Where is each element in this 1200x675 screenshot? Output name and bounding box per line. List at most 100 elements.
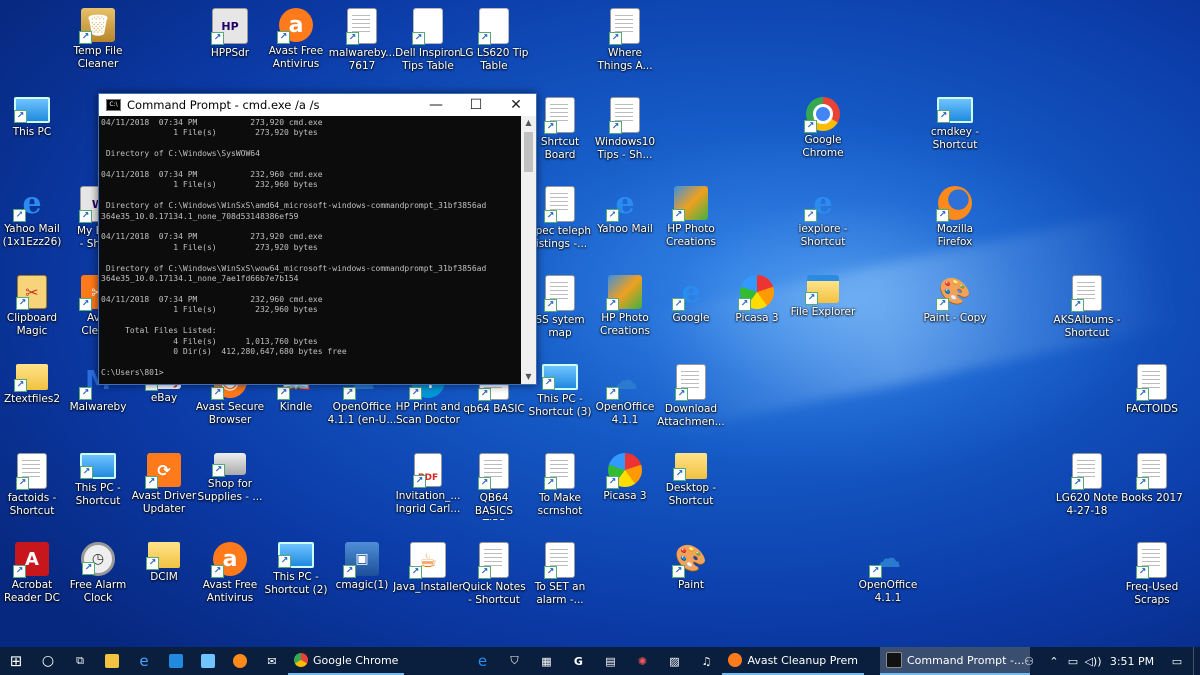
cortana-icon[interactable]: ○ — [32, 647, 64, 675]
desktop-icon-dcim[interactable]: ↗ DCIM — [129, 538, 199, 622]
desktop-icon-iexplore-shortcut[interactable]: e ↗ iexplore - Shortcut — [788, 182, 858, 266]
shortcut-arrow-icon: ↗ — [277, 31, 290, 44]
desktop-icon-lg620-note[interactable]: ↗ LG620 Note 4-27-18 — [1052, 449, 1122, 533]
calculator-taskbar-icon[interactable]: ▦ — [530, 647, 562, 675]
desktop-icon-dell-inspiron[interactable]: ↗ Dell Inspiron Tips Table — [393, 4, 463, 88]
edge-taskbar-icon[interactable]: e — [128, 647, 160, 675]
desktop-icon-yahoo-mail-1[interactable]: e ↗ Yahoo Mail (1x1Ezz26) — [0, 182, 67, 266]
firefox-taskbar-icon[interactable] — [224, 647, 256, 675]
desktop-icon-temp-file-cleaner[interactable]: 🗑 ↗ Temp File Cleaner — [63, 4, 133, 88]
desktop-icon-picasa-3-mid[interactable]: ↗ Picasa 3 — [590, 449, 660, 533]
scrollbar-thumb[interactable] — [524, 132, 533, 172]
desktop-icon-invitation[interactable]: PDF ↗ Invitation_... Ingrid Carl... — [393, 449, 463, 533]
desktop-icon-google-chrome[interactable]: ↗ Google Chrome — [788, 93, 858, 177]
desktop-icon-free-alarm-clock[interactable]: ◷ ↗ Free Alarm Clock — [63, 538, 133, 622]
desktop-icon-factoids-shortcut[interactable]: ↗ factoids - Shortcut — [0, 449, 67, 533]
cmd-scrollbar[interactable]: ▲ ▼ — [521, 116, 536, 384]
desktop-icon-ztextfiles2[interactable]: ↗ Ztextfiles2 — [0, 360, 67, 444]
taskbar-clock[interactable]: 3:51 PM — [1103, 647, 1161, 675]
desktop-icon-to-make-scrnshot[interactable]: ↗ To Make scrnshot — [525, 449, 595, 533]
desktop-icon-picasa-3-top[interactable]: ↗ Picasa 3 — [722, 271, 792, 355]
desktop-icon-openoffice-411-mid[interactable]: ☁ ↗ OpenOffice 4.1.1 — [590, 360, 660, 444]
desktop-icon-google[interactable]: e ↗ Google — [656, 271, 726, 355]
desktop-icon-freq-used-scraps[interactable]: ↗ Freq-Used Scraps — [1117, 538, 1187, 622]
desktop-icon-hp-photo-1[interactable]: ↗ HP Photo Creations — [656, 182, 726, 266]
desktop-icon-hp-photo-2[interactable]: ↗ HP Photo Creations — [590, 271, 660, 355]
desktop-icon-factoids[interactable]: ↗ FACTOIDS — [1117, 360, 1187, 444]
desktop-icon-books-2017[interactable]: ↗ Books 2017 — [1117, 449, 1187, 533]
desktop-icon-this-pc[interactable]: ↗ This PC — [0, 93, 67, 177]
desktop-icon-label: Acrobat Reader DC — [4, 579, 60, 604]
minimize-button[interactable]: — — [416, 94, 456, 116]
desktop-icon-label: Google — [672, 312, 710, 324]
desktop-icon-mozilla-firefox[interactable]: ↗ Mozilla Firefox — [920, 182, 990, 266]
desktop-icon-paint-copy[interactable]: 🎨 ↗ Paint - Copy — [920, 271, 990, 355]
shortcut-arrow-icon: ↗ — [606, 476, 619, 489]
people-icon[interactable]: ⚇ — [1013, 647, 1045, 675]
chevron-up-icon[interactable]: ⌃ — [1045, 647, 1063, 675]
taskbar-app-chrome[interactable]: Google Chrome — [288, 647, 405, 675]
app-taskbar-icon[interactable]: ✺ — [626, 647, 658, 675]
command-prompt-window[interactable]: C:\ Command Prompt - cmd.exe /a /s — ☐ ✕… — [98, 93, 537, 385]
chrome-icon: ↗ — [804, 97, 840, 133]
desktop-icon-this-pc-shortcut[interactable]: ↗ This PC - Shortcut — [63, 449, 133, 533]
windows-logo-icon[interactable]: ⊞ — [0, 647, 32, 675]
desktop-icon-avast-free-antivirus-top[interactable]: a ↗ Avast Free Antivirus — [261, 4, 331, 88]
desktop-icon-malwarebytes-7617[interactable]: ↗ malwareby... 7617 — [327, 4, 397, 88]
shortcut-arrow-icon: ↗ — [211, 565, 224, 578]
google-taskbar-icon[interactable]: G — [562, 647, 594, 675]
desktop-icon-lg-ls620[interactable]: ↗ LG LS620 Tip Table — [459, 4, 529, 88]
shortcut-arrow-icon: ↗ — [211, 32, 224, 45]
notes-taskbar-icon[interactable]: ▤ — [594, 647, 626, 675]
desktop-icon-desktop-shortcut[interactable]: ↗ Desktop - Shortcut — [656, 449, 726, 533]
hppsdr-icon: HP ↗ — [211, 8, 248, 45]
desktop-icon-file-explorer[interactable]: ↗ File Explorer — [788, 271, 858, 355]
file-explorer-taskbar-icon[interactable] — [96, 647, 128, 675]
desktop-icon-shop-for-supplies[interactable]: ↗ Shop for Supplies - ... — [195, 449, 265, 533]
desktop-icon-cmagic[interactable]: ▣ ↗ cmagic(1) — [327, 538, 397, 622]
desktop-icon-windows10-tips[interactable]: ↗ Windows10 Tips - Sh... — [590, 93, 660, 177]
ie-taskbar-icon[interactable]: e — [466, 647, 498, 675]
itunes-taskbar-icon[interactable]: ♫ — [690, 647, 722, 675]
shortcut-arrow-icon: ↗ — [79, 31, 92, 44]
desktop-icon-openoffice-411-bot[interactable]: ☁ ↗ OpenOffice 4.1.1 — [853, 538, 923, 622]
desktop-icon-yahoo-mail-2[interactable]: e ↗ Yahoo Mail — [590, 182, 660, 266]
desktop-icon-java-installer[interactable]: ☕ ↗ Java_Installer — [393, 538, 463, 622]
action-center-icon[interactable]: ▭ — [1161, 647, 1193, 675]
store-taskbar-icon[interactable] — [160, 647, 192, 675]
network-icon[interactable]: ▭ — [1063, 647, 1083, 675]
volume-icon[interactable]: ◁)) — [1083, 647, 1103, 675]
desktop-icon-this-pc-shortcut-2[interactable]: ↗ This PC - Shortcut (2) — [261, 538, 331, 622]
taskbar-app-avast[interactable]: Avast Cleanup Prem — [722, 647, 864, 675]
desktop-icon-label: OpenOffice 4.1.1 (en-U... — [327, 401, 397, 426]
desktop-icon-qb64-basics-tips[interactable]: ↗ QB64 BASICS TIPS — [459, 449, 529, 533]
desktop-icon-hppsdr[interactable]: HP ↗ HPPSdr — [195, 4, 265, 88]
close-button[interactable]: ✕ — [496, 94, 536, 116]
task-view-icon[interactable]: ⧉ — [64, 647, 96, 675]
shortcut-arrow-icon: ↗ — [544, 299, 557, 312]
pc-taskbar-icon[interactable] — [192, 647, 224, 675]
shield-taskbar-icon[interactable]: ⛉ — [498, 647, 530, 675]
photo-taskbar-icon[interactable]: ▨ — [658, 647, 690, 675]
desktop-icon-aksalbums[interactable]: ↗ AKSAlbums - Shortcut — [1052, 271, 1122, 355]
maximize-button[interactable]: ☐ — [456, 94, 496, 116]
desktop-icon-acrobat-reader[interactable]: A ↗ Acrobat Reader DC — [0, 538, 67, 622]
scroll-up-arrow-icon[interactable]: ▲ — [521, 116, 536, 130]
scroll-down-arrow-icon[interactable]: ▼ — [521, 370, 536, 384]
mail-taskbar-icon[interactable]: ✉ — [256, 647, 288, 675]
desktop-icon-avast-driver-updater[interactable]: ⟳ ↗ Avast Driver Updater — [129, 449, 199, 533]
desktop-icon-download-attachmen[interactable]: ↗ Download Attachmen... — [656, 360, 726, 444]
desktop-icon-avast-free-antivirus-bot[interactable]: a ↗ Avast Free Antivirus — [195, 538, 265, 622]
taskbar-app-cmd[interactable]: Command Prompt -... — [879, 647, 1031, 675]
desktop-icon-to-set-alarm[interactable]: ↗ To SET an alarm -... — [525, 538, 595, 622]
desktop-icon-paint[interactable]: 🎨 ↗ Paint — [656, 538, 726, 622]
shortcut-arrow-icon: ↗ — [544, 477, 557, 490]
cmd-console-output[interactable]: 04/11/2018 07:34 PM 273,920 cmd.exe 1 Fi… — [99, 116, 521, 384]
picasa-icon: ↗ — [606, 453, 642, 489]
cmd-title-bar[interactable]: C:\ Command Prompt - cmd.exe /a /s — ☐ ✕ — [99, 94, 536, 116]
desktop-icon-clipboard-magic[interactable]: ✂ ↗ Clipboard Magic — [0, 271, 67, 355]
desktop-icon-cmdkey-shortcut[interactable]: ↗ cmdkey - Shortcut — [920, 93, 990, 177]
desktop-icon-quick-notes[interactable]: ↗ Quick Notes - Shortcut — [459, 538, 529, 622]
desktop-icon-where-things[interactable]: ↗ Where Things A... — [590, 4, 660, 88]
shortcut-arrow-icon: ↗ — [675, 388, 688, 401]
